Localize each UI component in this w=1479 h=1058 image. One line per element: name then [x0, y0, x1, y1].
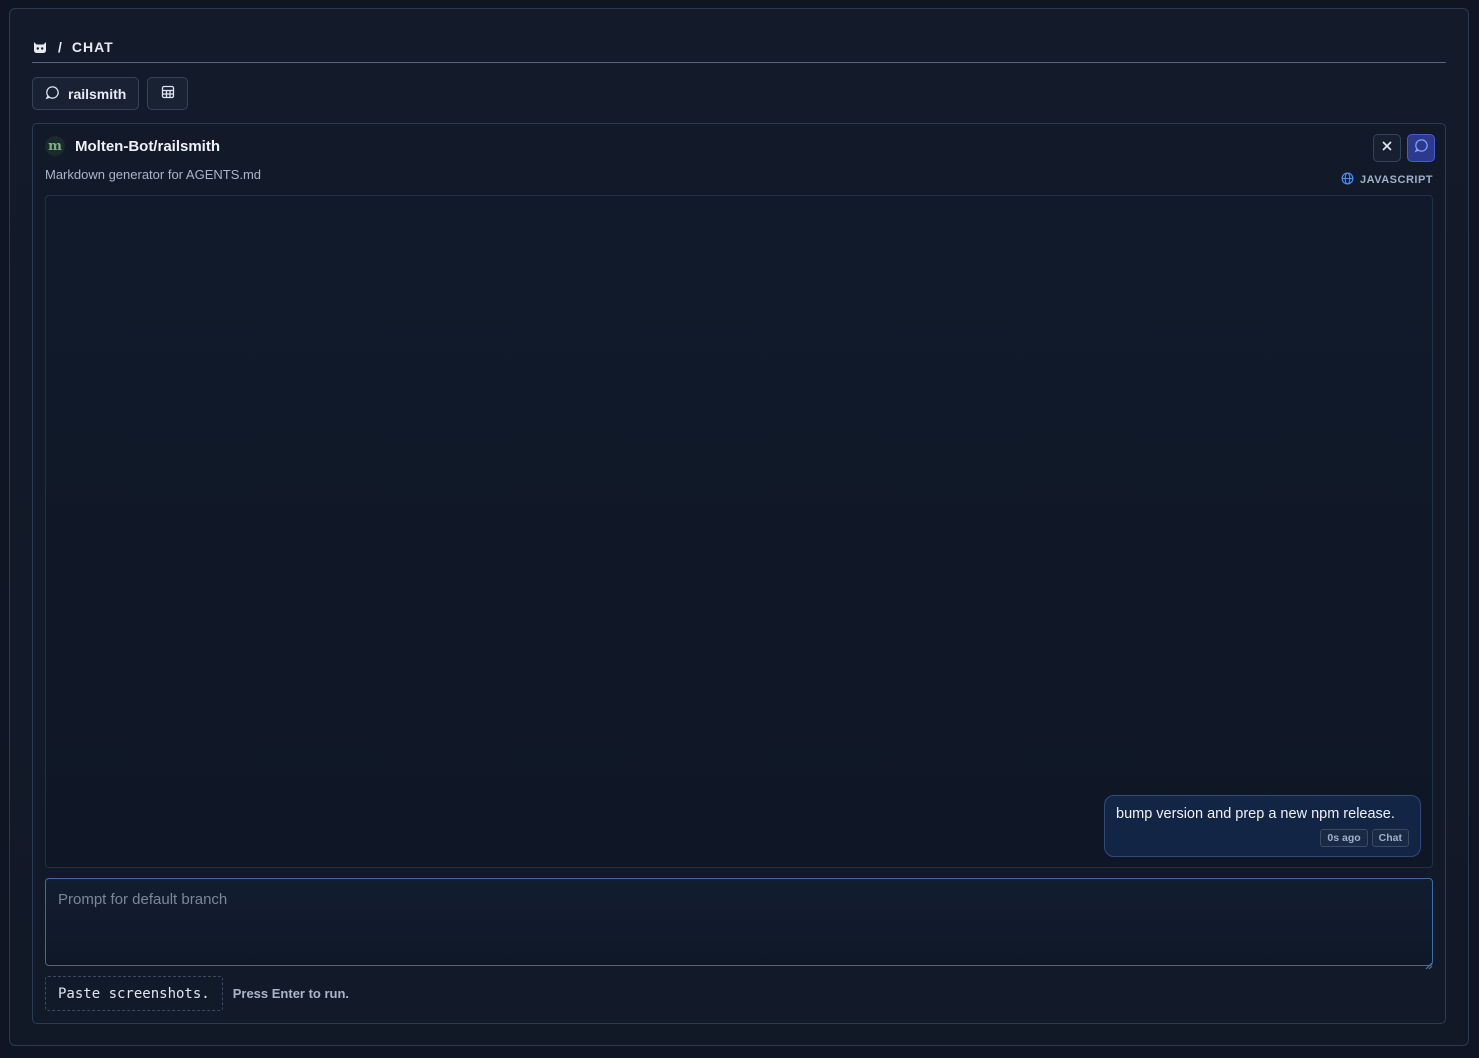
grid-icon: [161, 85, 175, 102]
repo-name[interactable]: Molten-Bot/railsmith: [75, 138, 220, 155]
app-frame: / CHAT railsmith m Molten-Bot/railsmith …: [9, 8, 1469, 1046]
user-message: bump version and prep a new npm release.…: [1104, 795, 1421, 857]
language-label: JAVASCRIPT: [1359, 174, 1433, 186]
prompt-input[interactable]: [45, 878, 1433, 966]
tab-label: railsmith: [68, 85, 127, 102]
chat-mode-button[interactable]: [1407, 134, 1435, 162]
close-button[interactable]: [1373, 134, 1401, 162]
prompt-footer: Paste screenshots. Press Enter to run.: [45, 976, 349, 1011]
repo-description: Markdown generator for AGENTS.md: [45, 167, 262, 182]
message-list[interactable]: bump version and prep a new npm release.…: [45, 195, 1433, 868]
message-mode-badge: Chat: [1371, 829, 1409, 847]
avatar: m: [45, 136, 65, 156]
chat-bubble-icon: [1414, 138, 1429, 158]
message-text: bump version and prep a new npm release.: [1116, 806, 1395, 822]
tab-railsmith[interactable]: railsmith: [32, 77, 140, 110]
repo-header: m Molten-Bot/railsmith: [45, 136, 220, 156]
breadcrumb-separator: /: [58, 38, 62, 55]
run-hint: Press Enter to run.: [232, 986, 350, 1001]
chat-bubble-icon: [45, 85, 60, 103]
resize-handle-icon[interactable]: [1424, 957, 1433, 970]
tab-grid-view[interactable]: [147, 77, 189, 110]
message-meta: 0s ago Chat: [1320, 829, 1409, 847]
message-timestamp: 0s ago: [1320, 829, 1368, 847]
chat-panel: m Molten-Bot/railsmith Markdown generato…: [32, 123, 1446, 1024]
paste-screenshots-dropzone[interactable]: Paste screenshots.: [45, 976, 223, 1011]
globe-icon: [1341, 172, 1354, 188]
close-icon: [1381, 139, 1393, 157]
session-tabs: railsmith: [32, 77, 189, 110]
panel-actions: [1373, 134, 1435, 162]
github-cat-icon: [32, 39, 48, 55]
page-title: CHAT: [71, 38, 114, 55]
language-badge: JAVASCRIPT: [1341, 172, 1433, 188]
breadcrumb: / CHAT: [32, 31, 1446, 63]
